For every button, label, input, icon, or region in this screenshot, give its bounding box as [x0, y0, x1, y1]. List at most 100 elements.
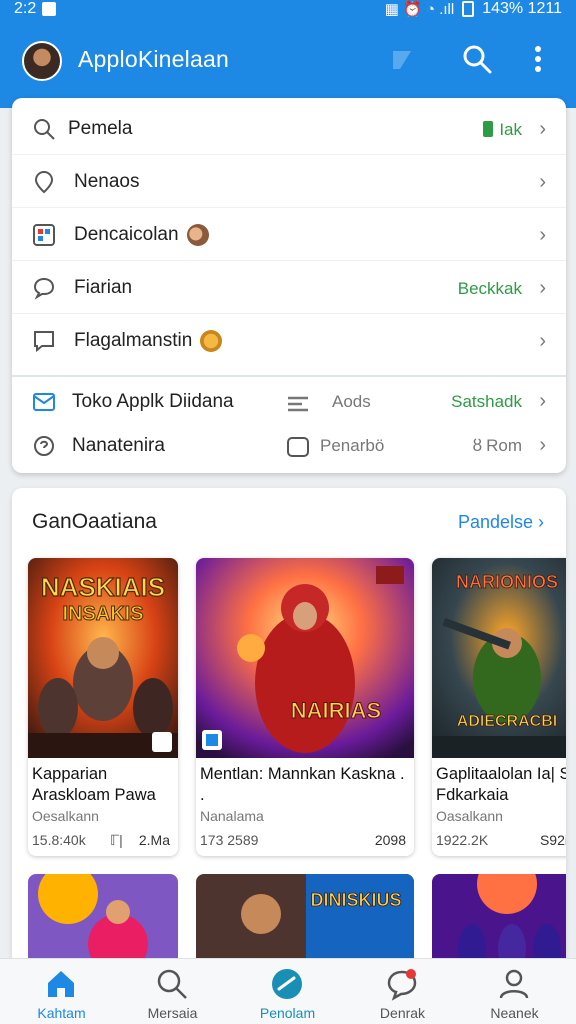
status-battery-text: 143% 1211 — [482, 0, 562, 17]
menu-item-flagalmanstin[interactable]: Flagalmanstin › — [12, 314, 566, 367]
chevron-right-icon: › — [539, 434, 546, 456]
store-row-status: Satshadk — [451, 392, 522, 411]
signal-icon: ▦ ⏰ ◔ .ıll — [384, 1, 455, 18]
chat-icon — [387, 969, 417, 1001]
nav-item-search[interactable]: Mersaia — [115, 959, 230, 1024]
menu-item-nenaos[interactable]: Nenaos › — [12, 155, 566, 208]
profile-icon — [499, 969, 529, 999]
menu-item-label-text: Flagalmanstin — [74, 330, 193, 352]
bottom-navigation: Kahtam Mersaia Penolam Denrak Neanek — [0, 958, 576, 1024]
see-more-text: Pandelse — [457, 512, 533, 532]
menu-item-label: Dencaicolan — [74, 224, 209, 246]
game-cover-image[interactable]: DINISKIUS — [196, 874, 414, 958]
people-icon: ȣ — [472, 436, 483, 455]
nanatenira-right: ȣ Rom — [472, 436, 522, 456]
emoji-face-icon — [186, 224, 209, 246]
game-downloads: 1922.2K — [436, 832, 489, 848]
nav-label: Penolam — [259, 1005, 316, 1021]
app-title: ApploKinelaan — [78, 46, 229, 72]
status-bar: 2:2 ▦ ⏰ ◔ .ıll 143% 1211 — [0, 0, 576, 22]
nav-item-chat[interactable]: Denrak — [345, 959, 460, 1024]
game-cover-image[interactable] — [432, 874, 566, 958]
apps-icon — [33, 224, 55, 246]
game-cover-image: NASKIAIS INSAKIS — [28, 558, 178, 758]
store-row-middle: Aods — [332, 392, 371, 411]
message-square-icon — [34, 331, 54, 353]
more-vert-icon[interactable] — [528, 44, 548, 74]
cover-subtitle-text: INSAKIS — [62, 603, 143, 625]
store-row-label: Toko Applk Diidana — [72, 391, 234, 412]
chevron-right-icon: › — [539, 277, 546, 299]
game-cover-image: NARIONIOS ADIECRACBI — [432, 558, 566, 758]
search-icon — [157, 969, 187, 999]
top-app-bar: 2:2 ▦ ⏰ ◔ .ıll 143% 1211 ApploKinelaan — [0, 0, 576, 108]
list-icon — [288, 396, 308, 412]
nav-item-compass[interactable]: Penolam — [230, 959, 345, 1024]
games-section: GanOaatiana Pandelse › NASKIAIS INSAKIS — [12, 488, 566, 958]
home-icon — [48, 971, 74, 997]
cover-title-text: NASKIAIS — [41, 572, 165, 602]
notification-icon — [42, 2, 57, 16]
nav-label: Neanek — [490, 1005, 539, 1021]
nav-item-home[interactable]: Kahtam — [4, 959, 119, 1024]
nav-label: Denrak — [379, 1005, 426, 1021]
menu-card: Pemela Iak › Nenaos › Dencaicolan › Fiar… — [12, 98, 566, 473]
menu-item-pemela[interactable]: Pemela Iak › — [12, 102, 566, 155]
emoji-icon — [200, 330, 223, 352]
game-card[interactable]: NAIRIAS Mentlan: Mannkan Kaskna . . Nana… — [196, 558, 414, 856]
menu-item-dencaicolan[interactable]: Dencaicolan › — [12, 208, 566, 261]
game-cover-image[interactable] — [28, 874, 178, 958]
menu-item-fiarian[interactable]: Fiarian Beckkak › — [12, 261, 566, 314]
section-title: GanOaatiana — [32, 510, 157, 533]
location-pin-icon — [34, 170, 54, 194]
game-developer: Nanalama — [200, 808, 264, 824]
cover-title-text: DINISKIUS — [310, 890, 401, 910]
chevron-right-icon: › — [539, 330, 546, 352]
status-time: 2:2 — [14, 0, 37, 17]
game-developer: Oasalkann — [436, 808, 503, 824]
game-title: Kapparian Araskloam Pawa — [32, 765, 156, 804]
help-circle-icon — [34, 436, 54, 456]
menu-item-label: Fiarian — [74, 277, 133, 298]
chevron-right-icon: › — [539, 118, 546, 140]
game-size: S92i — [539, 832, 566, 848]
game-title: Gaplitaalolan Ia| S. Fdkarkaia — [436, 765, 566, 804]
cover-title-text: NAIRIAS — [291, 698, 381, 723]
game-downloads: 15.8:40k — [32, 832, 86, 848]
chevron-right-icon: › — [539, 224, 546, 246]
menu-item-value: Beckkak — [457, 279, 522, 298]
see-more-link[interactable]: Pandelse › — [458, 512, 544, 533]
game-card[interactable]: NASKIAIS INSAKIS Kapparian Araskloam Paw… — [28, 558, 178, 856]
game-stat-mid: ℾ| — [110, 832, 123, 848]
chevron-right-icon: › — [539, 390, 546, 412]
nanatenira-right-text: Rom — [486, 436, 522, 455]
nav-label: Kahtam — [37, 1005, 86, 1021]
flag-icon[interactable] — [390, 48, 414, 72]
menu-item-value: Iak — [483, 120, 522, 140]
chat-bubble-icon — [33, 277, 55, 300]
mail-icon — [33, 393, 55, 411]
battery-icon — [462, 1, 475, 17]
avatar[interactable] — [22, 41, 62, 81]
nanatenira-row[interactable]: Nanatenira Penarbö ȣ Rom › — [12, 421, 566, 469]
game-size: 2.Ma — [138, 832, 170, 848]
cover-title-text: NARIONIOS — [456, 572, 558, 592]
game-downloads: 173 2589 — [200, 832, 259, 848]
nanatenira-label: Nanatenira — [72, 435, 165, 456]
menu-item-label-text: Dencaicolan — [74, 224, 179, 246]
status-right: ▦ ⏰ ◔ .ıll 143% 1211 — [385, 0, 562, 18]
search-icon[interactable] — [462, 44, 492, 74]
menu-item-label: Flagalmanstin — [74, 330, 223, 352]
search-icon — [34, 119, 55, 140]
game-card[interactable]: NARIONIOS ADIECRACBI Gaplitaalolan Ia| S… — [432, 558, 566, 856]
menu-item-label: Pemela — [68, 118, 133, 139]
nav-label: Mersaia — [147, 1005, 198, 1021]
nanatenira-middle: Penarbö — [320, 436, 385, 455]
store-row[interactable]: Toko Applk Diidana Aods Satshadk › — [12, 377, 566, 425]
game-size: 2098 — [374, 832, 406, 848]
chevron-right-icon: › — [539, 171, 546, 193]
nav-item-profile[interactable]: Neanek — [457, 959, 572, 1024]
menu-item-label: Nenaos — [74, 171, 140, 192]
game-title: Mentlan: Mannkan Kaskna . . — [200, 765, 405, 804]
compass-icon — [272, 969, 302, 999]
